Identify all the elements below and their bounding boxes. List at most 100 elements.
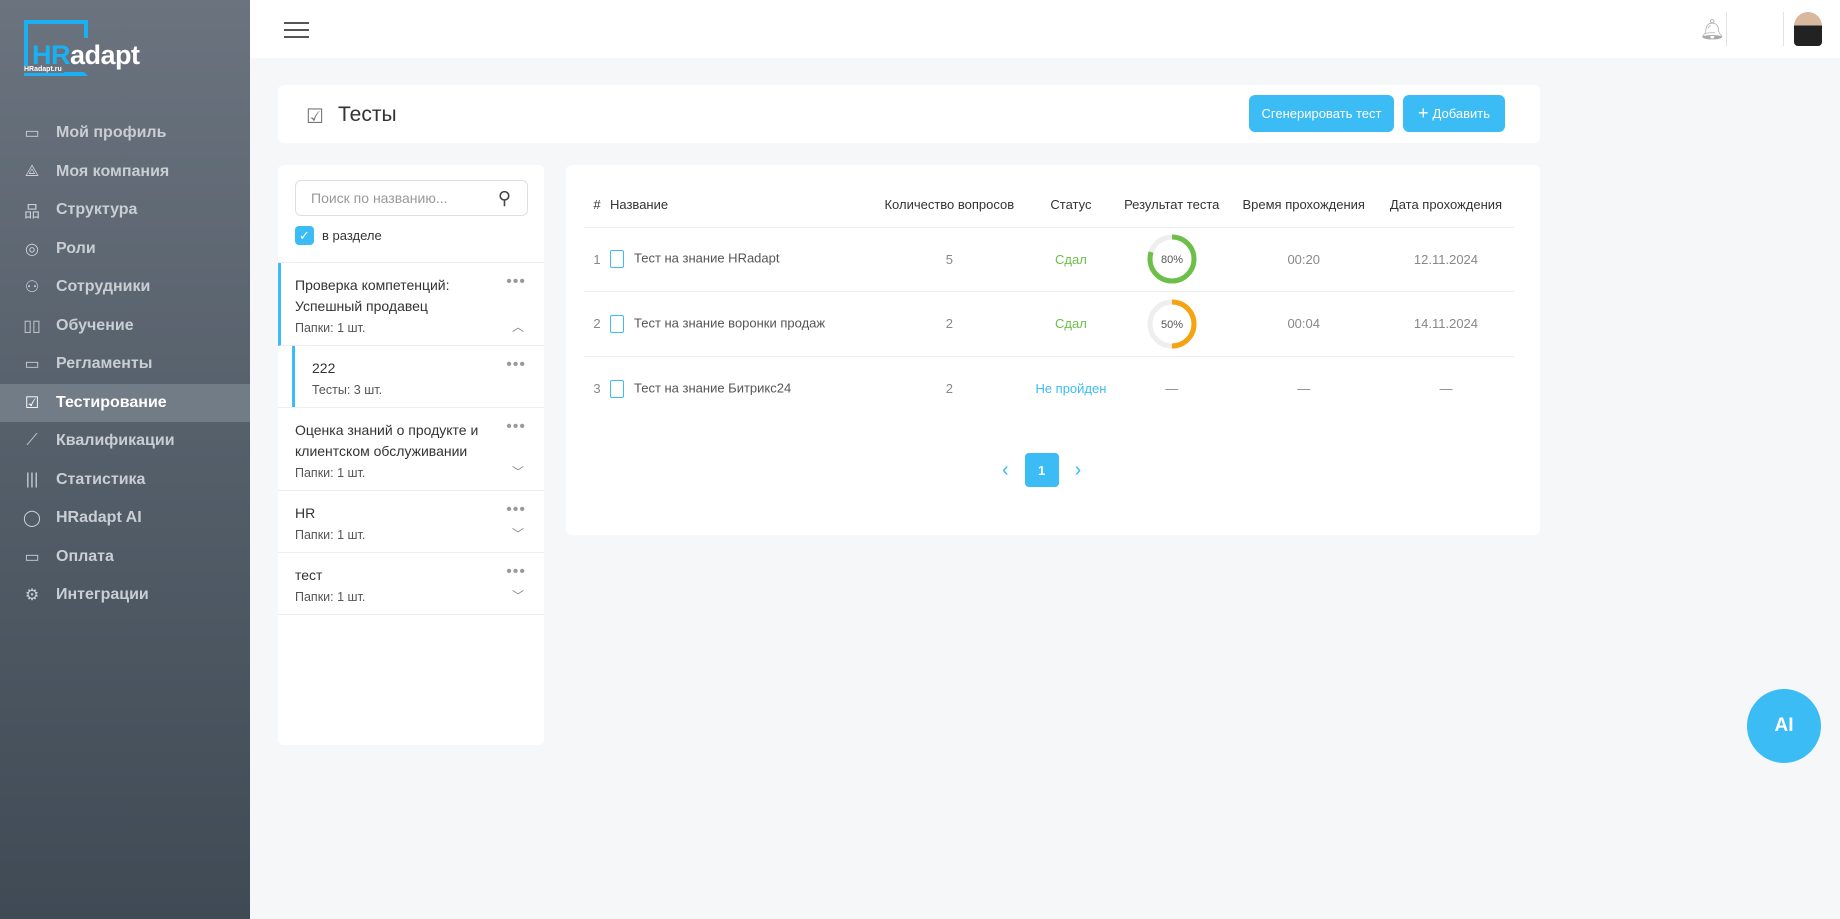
subfolder-name: 222	[312, 360, 336, 376]
checklist-icon: ☑	[24, 394, 40, 412]
more-icon[interactable]: •••	[506, 356, 526, 374]
column-header[interactable]: Дата прохождения	[1378, 183, 1514, 227]
column-header[interactable]: #	[584, 183, 610, 227]
sidebar-item-label: Регламенты	[56, 355, 153, 373]
user-circle-icon: ◎	[25, 240, 39, 258]
chevron-down-icon[interactable]: ﹀	[512, 587, 524, 604]
more-icon[interactable]: •••	[506, 501, 526, 519]
subfolder-item[interactable]: 222 Тесты: 3 шт. •••	[278, 346, 544, 408]
generate-test-button[interactable]: Сгенерировать тест	[1249, 95, 1394, 132]
row-number: 3	[584, 355, 610, 421]
search-placeholder: Поиск по названию...	[311, 190, 448, 206]
chevron-up-icon[interactable]: ︿	[512, 318, 524, 335]
status-badge: Сдал	[1027, 291, 1114, 356]
document-icon	[610, 314, 624, 333]
folder-count: Папки: 1 шт.	[295, 528, 366, 542]
date: —	[1377, 355, 1514, 421]
result-label: 80%	[1161, 254, 1183, 266]
column-header[interactable]: Результат теста	[1114, 183, 1230, 227]
more-icon[interactable]: •••	[506, 563, 526, 581]
sidebar-item-3[interactable]: ◎ Роли	[0, 230, 250, 269]
status-badge: Сдал	[1027, 226, 1114, 292]
page-1-button[interactable]: 1	[1024, 453, 1059, 487]
result-cell: 80%	[1113, 226, 1230, 292]
sidebar-item-5[interactable]: ▯▯ Обучение	[0, 307, 250, 346]
next-page-icon[interactable]: ›	[1075, 459, 1082, 482]
search-icon[interactable]: ⚲	[498, 181, 511, 215]
card-icon: ▭	[24, 548, 40, 566]
sidebar-item-label: HRadapt AI	[56, 509, 142, 527]
sidebar-item-label: Квалификации	[56, 432, 175, 450]
chart-line-icon: ⟋	[26, 432, 38, 450]
sidebar-item-11[interactable]: ▭ Оплата	[0, 538, 250, 577]
sidebar-item-label: Мой профиль	[56, 124, 167, 142]
sidebar-item-0[interactable]: ▭ Мой профиль	[0, 114, 250, 153]
search-input[interactable]: Поиск по названию... ⚲	[295, 180, 528, 216]
menu-icon[interactable]	[284, 22, 309, 43]
add-button[interactable]: + Добавить	[1403, 95, 1505, 132]
sidebar-item-7[interactable]: ☑ Тестирование	[0, 383, 250, 422]
subfolder-count: Тесты: 3 шт.	[312, 383, 383, 397]
sidebar: HRadapt HRadapt.ru ▭ Мой профиль ⟁ Моя комп…	[0, 0, 250, 919]
duration: 00:20	[1229, 226, 1378, 292]
sidebar-nav: ▭ Мой профиль ⟁ Моя компания 品 Структура ◎ Роли…	[0, 114, 250, 615]
avatar[interactable]	[1794, 12, 1822, 46]
sidebar-item-9[interactable]: ||| Статистика	[0, 461, 250, 500]
date: 14.11.2024	[1377, 291, 1514, 356]
sidebar-item-12[interactable]: ⚙ Интеграции	[0, 576, 250, 615]
folder-item[interactable]: Проверка компетенций: Успешный продавец П…	[278, 263, 544, 346]
status-badge: Не пройден	[1027, 355, 1114, 421]
result-ring: 50%	[1147, 299, 1197, 349]
test-name[interactable]: Тест на знание HRadapt	[610, 226, 871, 292]
sidebar-item-10[interactable]: ◯ HRadapt AI	[0, 499, 250, 538]
folder-count: Папки: 1 шт.	[295, 321, 366, 335]
bell-icon[interactable]: 🔔︎	[1700, 17, 1725, 42]
sidebar-item-4[interactable]: ⚇ Сотрудники	[0, 268, 250, 307]
chevron-down-icon[interactable]: ﹀	[512, 525, 524, 542]
in-section-checkbox[interactable]: ✓ в разделе	[295, 226, 382, 245]
table-row[interactable]: 2 Тест на знание воронки продаж 2 Сдал 5…	[584, 291, 1514, 356]
folder-name: тест	[295, 567, 323, 583]
checklist-icon: ☑	[306, 106, 324, 128]
bars-icon: |||	[25, 470, 39, 488]
folder-item[interactable]: тест Папки: 1 шт. ••• ﹀	[278, 553, 544, 615]
table-row[interactable]: 1 Тест на знание HRadapt 5 Сдал 80% 00:2…	[584, 226, 1514, 292]
logo-site: HRadapt.ru	[24, 66, 64, 73]
folder-count: Папки: 1 шт.	[295, 590, 366, 604]
result-cell: —	[1113, 355, 1230, 421]
table-row[interactable]: 3 Тест на знание Битрикс24 2 Не пройден …	[584, 355, 1514, 421]
topbar: 🔔︎	[250, 0, 1840, 58]
sidebar-item-label: Структура	[56, 201, 138, 219]
folder-item[interactable]: Оценка знаний о продукте и клиентском об…	[278, 408, 544, 491]
folder-name: Проверка компетенций: Успешный продавец	[295, 277, 450, 314]
test-name[interactable]: Тест на знание воронки продаж	[610, 291, 871, 356]
more-icon[interactable]: •••	[506, 273, 526, 291]
test-name[interactable]: Тест на знание Битрикс24	[610, 355, 871, 421]
company-icon: ⟁	[24, 162, 40, 180]
question-count: 2	[870, 291, 1028, 356]
sidebar-item-1[interactable]: ⟁ Моя компания	[0, 153, 250, 192]
sidebar-item-label: Тестирование	[56, 393, 167, 411]
ai-assistant-button[interactable]: AI	[1747, 689, 1821, 763]
folder-count: Папки: 1 шт.	[295, 466, 366, 480]
pagination: ‹ 1 ›	[1002, 453, 1081, 487]
result-empty: —	[1165, 381, 1179, 396]
column-header[interactable]: Статус	[1028, 183, 1114, 227]
prev-page-icon[interactable]: ‹	[1002, 459, 1009, 482]
more-icon[interactable]: •••	[506, 418, 526, 436]
column-header[interactable]: Название	[610, 183, 871, 227]
briefcase-icon: ▭	[24, 125, 40, 143]
logo-text-adapt: adapt	[70, 40, 140, 70]
folder-icon: ▭	[24, 356, 40, 374]
column-header[interactable]: Количество вопросов	[871, 183, 1028, 227]
sidebar-item-8[interactable]: ⟋ Квалификации	[0, 422, 250, 461]
chevron-down-icon[interactable]: ﹀	[512, 463, 524, 480]
sidebar-item-6[interactable]: ▭ Регламенты	[0, 345, 250, 384]
logo[interactable]: HRadapt HRadapt.ru	[24, 20, 154, 76]
sidebar-item-2[interactable]: 品 Структура	[0, 191, 250, 230]
question-count: 5	[870, 226, 1028, 292]
folder-name: Оценка знаний о продукте и клиентском об…	[295, 422, 479, 459]
folder-item[interactable]: HR Папки: 1 шт. ••• ﹀	[278, 491, 544, 553]
column-header[interactable]: Время прохождения	[1229, 183, 1377, 227]
sidebar-item-label: Роли	[56, 239, 96, 257]
